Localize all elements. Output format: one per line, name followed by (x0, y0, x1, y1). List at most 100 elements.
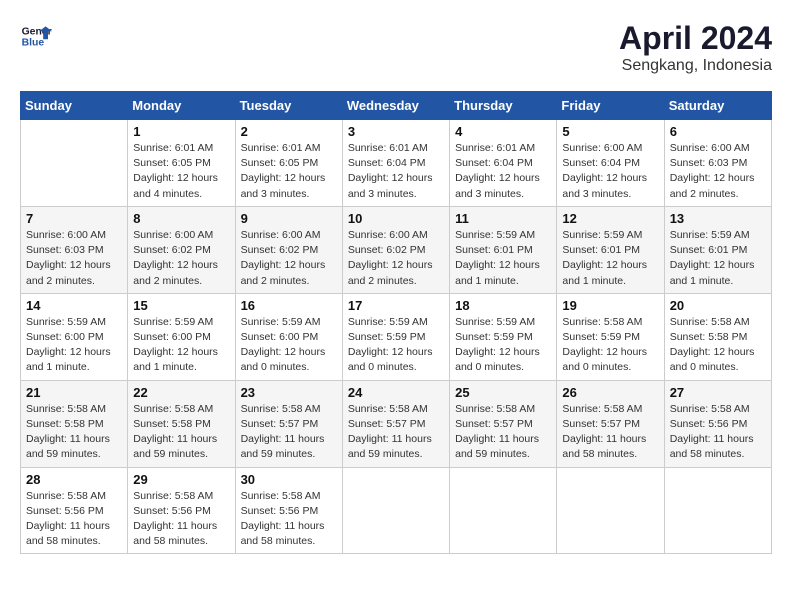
day-info-text: Sunrise: 5:58 AMSunset: 5:58 PMDaylight:… (670, 315, 766, 376)
calendar-day-cell: 24 Sunrise: 5:58 AMSunset: 5:57 PMDayligh… (342, 380, 449, 467)
calendar-day-cell: 7Sunrise: 6:00 AMSunset: 6:03 PMDaylight… (21, 206, 128, 293)
day-info-text: Sunrise: 5:58 AMSunset: 5:58 PMDaylight:… (133, 402, 229, 463)
calendar-day-cell: 3 Sunrise: 6:01 AMSunset: 6:04 PMDaylight… (342, 120, 449, 207)
day-info-text: Sunrise: 6:00 AMSunset: 6:03 PMDaylight:… (670, 141, 766, 202)
calendar-day-cell: 6 Sunrise: 6:00 AMSunset: 6:03 PMDaylight… (664, 120, 771, 207)
day-number: 27 (670, 385, 766, 400)
day-of-week-header: Tuesday (235, 92, 342, 120)
calendar-week-row: 21 Sunrise: 5:58 AMSunset: 5:58 PMDayligh… (21, 380, 772, 467)
calendar-day-cell: 20Sunrise: 5:58 AMSunset: 5:58 PMDayligh… (664, 293, 771, 380)
day-number: 17 (348, 298, 444, 313)
svg-text:Blue: Blue (22, 38, 45, 49)
calendar-week-row: 28 Sunrise: 5:58 AMSunset: 5:56 PMDayligh… (21, 467, 772, 554)
calendar-day-cell: 30Sunrise: 5:58 AMSunset: 5:56 PMDayligh… (235, 467, 342, 554)
calendar-day-cell: 21 Sunrise: 5:58 AMSunset: 5:58 PMDayligh… (21, 380, 128, 467)
calendar-day-cell: 27 Sunrise: 5:58 AMSunset: 5:56 PMDayligh… (664, 380, 771, 467)
calendar-day-cell (21, 120, 128, 207)
day-number: 23 (241, 385, 337, 400)
day-info-text: Sunrise: 6:01 AMSunset: 6:04 PMDaylight:… (348, 141, 444, 202)
day-number: 25 (455, 385, 551, 400)
day-number: 9 (241, 211, 337, 226)
day-info-text: Sunrise: 5:59 AMSunset: 6:01 PMDaylight:… (562, 228, 658, 289)
day-of-week-header: Wednesday (342, 92, 449, 120)
calendar-day-cell: 17 Sunrise: 5:59 AMSunset: 5:59 PMDayligh… (342, 293, 449, 380)
day-info-text: Sunrise: 6:01 AMSunset: 6:05 PMDaylight:… (241, 141, 337, 202)
calendar-day-cell: 15 Sunrise: 5:59 AMSunset: 6:00 PMDayligh… (128, 293, 235, 380)
calendar-day-cell: 11 Sunrise: 5:59 AMSunset: 6:01 PMDayligh… (450, 206, 557, 293)
logo: General Blue (20, 20, 52, 52)
day-info-text: Sunrise: 5:58 AMSunset: 5:58 PMDaylight:… (26, 402, 122, 463)
day-number: 1 (133, 124, 229, 139)
day-info-text: Sunrise: 5:59 AMSunset: 6:01 PMDaylight:… (670, 228, 766, 289)
day-number: 22 (133, 385, 229, 400)
day-info-text: Sunrise: 5:58 AMSunset: 5:56 PMDaylight:… (670, 402, 766, 463)
day-info-text: Sunrise: 5:59 AMSunset: 6:00 PMDaylight:… (133, 315, 229, 376)
day-of-week-header: Saturday (664, 92, 771, 120)
day-number: 2 (241, 124, 337, 139)
month-year-title: April 2024 (619, 20, 772, 57)
calendar-day-cell: 13 Sunrise: 5:59 AMSunset: 6:01 PMDayligh… (664, 206, 771, 293)
day-info-text: Sunrise: 5:58 AMSunset: 5:56 PMDaylight:… (133, 489, 229, 550)
day-number: 6 (670, 124, 766, 139)
calendar-day-cell (450, 467, 557, 554)
calendar-day-cell (664, 467, 771, 554)
day-number: 24 (348, 385, 444, 400)
calendar-day-cell: 5 Sunrise: 6:00 AMSunset: 6:04 PMDaylight… (557, 120, 664, 207)
day-number: 30 (241, 472, 337, 487)
calendar-day-cell: 14 Sunrise: 5:59 AMSunset: 6:00 PMDayligh… (21, 293, 128, 380)
day-info-text: Sunrise: 5:59 AMSunset: 5:59 PMDaylight:… (348, 315, 444, 376)
day-info-text: Sunrise: 6:01 AMSunset: 6:04 PMDaylight:… (455, 141, 551, 202)
calendar-day-cell: 4 Sunrise: 6:01 AMSunset: 6:04 PMDaylight… (450, 120, 557, 207)
day-number: 3 (348, 124, 444, 139)
day-info-text: Sunrise: 6:00 AMSunset: 6:02 PMDaylight:… (348, 228, 444, 289)
calendar-day-cell: 28Sunrise: 5:58 AMSunset: 5:56 PMDayligh… (21, 467, 128, 554)
day-info-text: Sunrise: 5:58 AMSunset: 5:57 PMDaylight:… (348, 402, 444, 463)
day-info-text: Sunrise: 5:59 AMSunset: 6:00 PMDaylight:… (26, 315, 122, 376)
day-info-text: Sunrise: 6:00 AMSunset: 6:04 PMDaylight:… (562, 141, 658, 202)
calendar-day-cell: 26Sunrise: 5:58 AMSunset: 5:57 PMDayligh… (557, 380, 664, 467)
calendar-day-cell: 19 Sunrise: 5:58 AMSunset: 5:59 PMDayligh… (557, 293, 664, 380)
logo-icon: General Blue (20, 20, 52, 52)
day-info-text: Sunrise: 6:00 AMSunset: 6:02 PMDaylight:… (241, 228, 337, 289)
day-info-text: Sunrise: 5:58 AMSunset: 5:57 PMDaylight:… (241, 402, 337, 463)
day-info-text: Sunrise: 5:59 AMSunset: 6:00 PMDaylight:… (241, 315, 337, 376)
day-number: 29 (133, 472, 229, 487)
calendar-day-cell: 29 Sunrise: 5:58 AMSunset: 5:56 PMDayligh… (128, 467, 235, 554)
day-of-week-header: Thursday (450, 92, 557, 120)
calendar-day-cell: 2 Sunrise: 6:01 AMSunset: 6:05 PMDaylight… (235, 120, 342, 207)
day-info-text: Sunrise: 5:58 AMSunset: 5:59 PMDaylight:… (562, 315, 658, 376)
calendar-day-cell: 8Sunrise: 6:00 AMSunset: 6:02 PMDaylight… (128, 206, 235, 293)
calendar-day-cell: 16 Sunrise: 5:59 AMSunset: 6:00 PMDayligh… (235, 293, 342, 380)
day-of-week-header: Sunday (21, 92, 128, 120)
day-number: 26 (562, 385, 658, 400)
calendar-day-cell (342, 467, 449, 554)
day-number: 21 (26, 385, 122, 400)
day-of-week-header: Monday (128, 92, 235, 120)
day-number: 15 (133, 298, 229, 313)
calendar-day-cell: 23 Sunrise: 5:58 AMSunset: 5:57 PMDayligh… (235, 380, 342, 467)
calendar-day-cell: 10 Sunrise: 6:00 AMSunset: 6:02 PMDayligh… (342, 206, 449, 293)
location-subtitle: Sengkang, Indonesia (619, 57, 772, 75)
day-info-text: Sunrise: 6:00 AMSunset: 6:02 PMDaylight:… (133, 228, 229, 289)
day-info-text: Sunrise: 6:01 AMSunset: 6:05 PMDaylight:… (133, 141, 229, 202)
day-number: 5 (562, 124, 658, 139)
day-of-week-header: Friday (557, 92, 664, 120)
day-number: 4 (455, 124, 551, 139)
day-info-text: Sunrise: 5:58 AMSunset: 5:57 PMDaylight:… (455, 402, 551, 463)
day-number: 12 (562, 211, 658, 226)
day-number: 16 (241, 298, 337, 313)
calendar-header-row: SundayMondayTuesdayWednesdayThursdayFrid… (21, 92, 772, 120)
day-number: 19 (562, 298, 658, 313)
day-number: 13 (670, 211, 766, 226)
calendar-week-row: 14 Sunrise: 5:59 AMSunset: 6:00 PMDayligh… (21, 293, 772, 380)
day-number: 7 (26, 211, 122, 226)
day-number: 14 (26, 298, 122, 313)
day-number: 28 (26, 472, 122, 487)
calendar-day-cell: 1 Sunrise: 6:01 AMSunset: 6:05 PMDaylight… (128, 120, 235, 207)
calendar-day-cell: 12 Sunrise: 5:59 AMSunset: 6:01 PMDayligh… (557, 206, 664, 293)
day-number: 11 (455, 211, 551, 226)
day-number: 18 (455, 298, 551, 313)
day-info-text: Sunrise: 5:59 AMSunset: 6:01 PMDaylight:… (455, 228, 551, 289)
day-number: 10 (348, 211, 444, 226)
calendar-day-cell: 22 Sunrise: 5:58 AMSunset: 5:58 PMDayligh… (128, 380, 235, 467)
